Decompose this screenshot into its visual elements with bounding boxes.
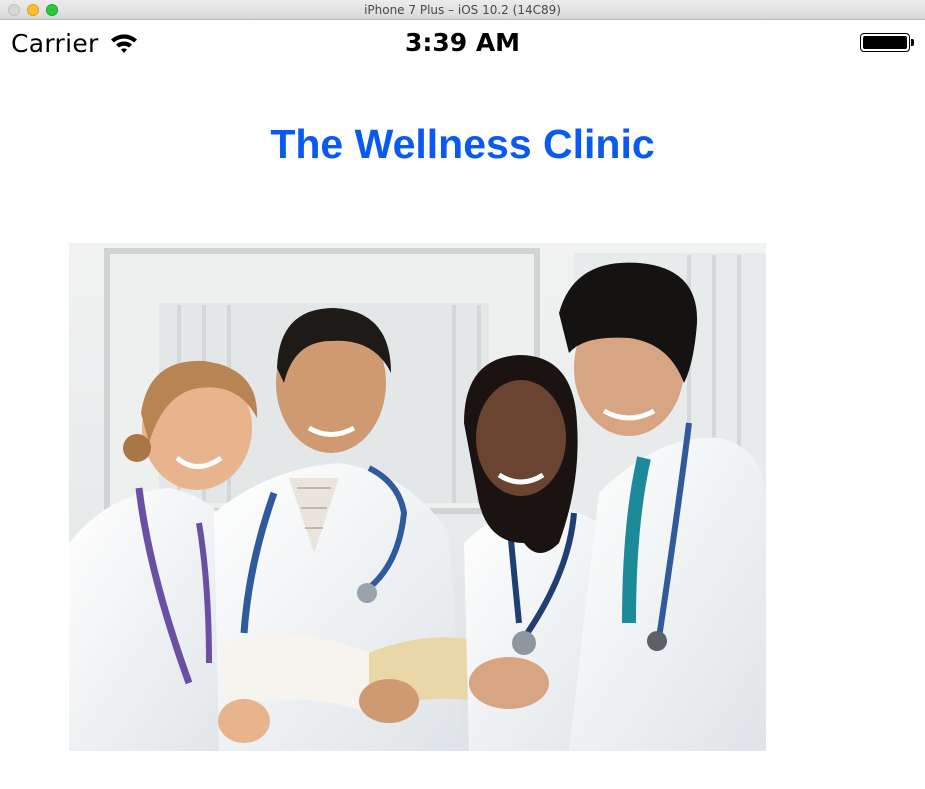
battery-tip xyxy=(911,39,914,46)
doctors-photo-illustration xyxy=(69,243,766,751)
app-title: The Wellness Clinic xyxy=(270,121,655,167)
ios-status-bar: Carrier 3:39 AM xyxy=(0,20,925,68)
window-title: iPhone 7 Plus – iOS 10.2 (14C89) xyxy=(364,3,561,17)
battery-icon xyxy=(860,33,910,52)
battery-level xyxy=(863,36,907,49)
doctors-photo xyxy=(69,243,766,751)
simulator-title-bar: iPhone 7 Plus – iOS 10.2 (14C89) xyxy=(0,0,925,20)
status-clock: 3:39 AM xyxy=(404,28,521,57)
